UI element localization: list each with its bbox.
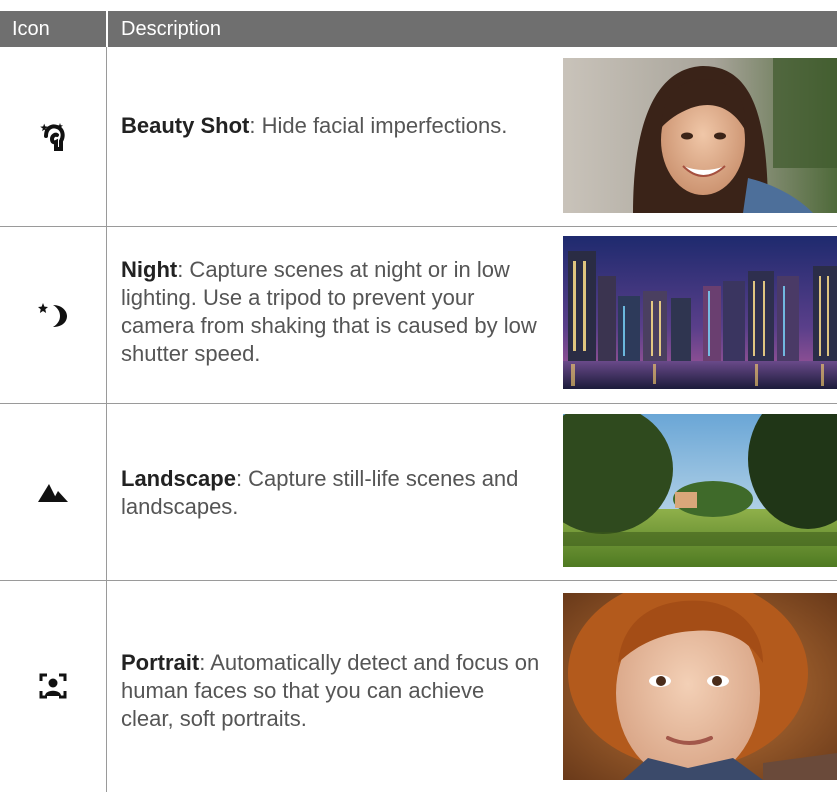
mode-title: Landscape: [121, 466, 236, 491]
row-description: Beauty Shot: Hide facial imperfections.: [121, 112, 541, 140]
row-divider: [0, 580, 837, 581]
header-separator: [106, 11, 108, 47]
table-header: Icon Description: [0, 11, 837, 47]
landscape-icon: [0, 403, 106, 580]
mode-title: Portrait: [121, 650, 200, 675]
portrait-icon: [0, 580, 106, 792]
description-column-header: Description: [121, 18, 222, 40]
mode-title: Night: [121, 257, 178, 282]
row-divider: [0, 403, 837, 404]
mode-title: Beauty Shot: [121, 113, 250, 138]
row-description: Night: Capture scenes at night or in low…: [121, 256, 541, 368]
mode-text: : Hide facial imperfections.: [249, 113, 508, 138]
row-description: Landscape: Capture still-life scenes and…: [121, 465, 541, 521]
column-divider: [106, 47, 107, 792]
beauty-shot-icon: [0, 47, 106, 226]
smiling-woman-photo: [563, 58, 837, 213]
girl-portrait-photo: [563, 593, 837, 780]
row-divider: [0, 226, 837, 227]
mode-text: : Capture scenes at night or in low ligh…: [121, 257, 537, 366]
row-description: Portrait: Automatically detect and focus…: [121, 649, 541, 733]
icon-column-header: Icon: [12, 18, 50, 40]
city-night-photo: [563, 236, 837, 389]
park-landscape-photo: [563, 414, 837, 567]
night-icon: [0, 226, 106, 403]
